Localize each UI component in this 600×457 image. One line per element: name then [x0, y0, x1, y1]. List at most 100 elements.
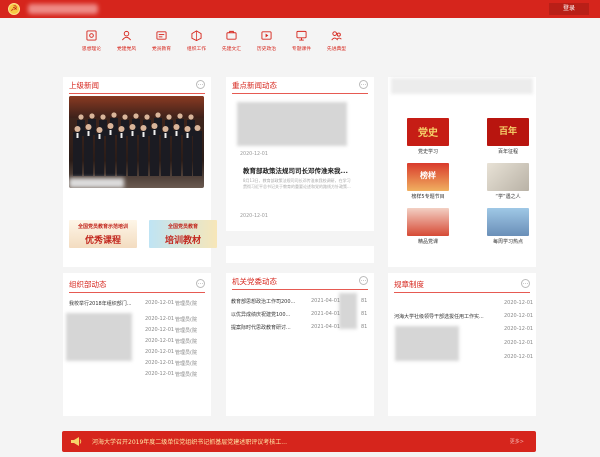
notice-more-link[interactable]: 更多>	[510, 438, 524, 445]
row-date: 2020-12-01	[145, 327, 175, 333]
topic-learning-people[interactable]: “学”遇之人	[487, 163, 529, 200]
nav-item-model[interactable]: 先进典型	[320, 30, 353, 60]
row-date: 2021-04-01	[311, 311, 341, 317]
topic-role-model-program[interactable]: 榜样 榜样5专题节目	[407, 163, 449, 200]
row-date: 2020-12-01	[145, 316, 175, 322]
panel-divider	[69, 292, 205, 293]
party-emblem-icon[interactable]: ☭	[8, 3, 20, 15]
main-nav: 思想理论 党建党风 党员教育 组织工作 先建文汇 历史政治 专题课件 先进典型	[75, 30, 355, 60]
nav-label: 先建文汇	[221, 47, 242, 52]
nav-label: 组织工作	[186, 47, 207, 52]
group-photo-people	[73, 112, 202, 176]
row-date: 2020-12-01	[504, 326, 534, 332]
row-title[interactable]: 教育部思想政治工作司200...	[231, 298, 295, 305]
row-category: 管理员(院	[175, 350, 197, 356]
panel-title: 组织部动态	[69, 280, 107, 289]
upper-news-panel: 上级新闻 … 全国党员教育示范培训 优秀课程 全国党员教育 培训教材	[63, 77, 217, 267]
topic-party-history[interactable]: 党史 党史学习	[407, 118, 449, 155]
culture-icon	[226, 30, 237, 40]
news-date: 2020-12-01	[240, 152, 268, 157]
banner-excellent-courses[interactable]: 全国党员教育示范培训 优秀课程	[69, 220, 137, 248]
banner-line1: 全国党员教育示范培训	[77, 224, 128, 230]
login-button[interactable]: 登录	[549, 3, 589, 15]
panel-divider	[394, 292, 530, 293]
news-photo[interactable]	[69, 96, 204, 188]
nav-item-organization[interactable]: 组织工作	[180, 30, 213, 60]
row-title[interactable]: 我校举行2018年组织部门...	[69, 300, 132, 307]
row-date: 2020-12-01	[145, 360, 175, 366]
panel-title: 重点新闻动态	[232, 81, 277, 90]
row-category: 管理员(院	[175, 301, 197, 307]
topic-quality-lectures[interactable]: 精品党课	[407, 208, 449, 245]
more-icon[interactable]: …	[521, 279, 530, 288]
row-date: 2020-12-01	[145, 349, 175, 355]
panel-divider	[232, 289, 368, 290]
regulations-image-redacted	[395, 326, 459, 361]
photo-caption-redacted	[69, 178, 124, 188]
org-news-image-redacted	[66, 313, 132, 361]
nav-label: 党员教育	[151, 47, 172, 52]
news-headline[interactable]: 教育部政策法规司司长邓传淮来我...	[243, 165, 348, 175]
party-news-panel: 机关党委动态 … 教育部思想政治工作司200... 2021-04-01 81 …	[226, 273, 374, 416]
topic-image: 党史	[407, 118, 449, 146]
row-date: 2020-12-01	[504, 313, 534, 319]
topic-image: 百年	[487, 118, 529, 146]
row-date: 2020-12-01	[145, 300, 175, 306]
nav-label: 历史政治	[256, 47, 277, 52]
topic-label: “学”遇之人	[495, 194, 521, 200]
banner-training-materials[interactable]: 全国党员教育 培训教材	[149, 220, 217, 248]
party-news-image-redacted	[339, 293, 357, 329]
banner-line2: 优秀课程	[84, 236, 121, 246]
row-title[interactable]: 提案际时代思政教育研讨...	[231, 324, 291, 331]
more-icon[interactable]: …	[196, 80, 205, 89]
theory-icon	[86, 30, 97, 41]
nav-item-party-style[interactable]: 党建党风	[110, 30, 143, 60]
more-icon[interactable]: …	[196, 279, 205, 288]
row-category: 81	[361, 311, 368, 317]
more-icon[interactable]: …	[359, 276, 368, 285]
topic-label: 百年征程	[497, 149, 518, 155]
topic-label: 精品党课	[417, 239, 438, 245]
more-icon[interactable]: …	[359, 80, 368, 89]
nav-label: 党建党风	[116, 47, 137, 52]
notice-text[interactable]: 河海大学召开2019年度二级单位党组织书记抓基层党建述职评议考核工...	[92, 437, 287, 446]
nav-label: 专题课件	[291, 47, 312, 52]
row-date: 2021-04-01	[311, 324, 341, 330]
row-date: 2020-12-01	[504, 300, 534, 306]
key-news-spacer	[226, 246, 374, 263]
nav-item-culture[interactable]: 先建文汇	[215, 30, 248, 60]
site-name-redacted	[28, 4, 98, 14]
row-category: 管理员(院	[175, 372, 197, 378]
nav-label: 先进典型	[326, 47, 347, 52]
topic-weekly-hotspots[interactable]: 每周学习热点	[487, 208, 529, 245]
nav-item-courseware[interactable]: 专题课件	[285, 30, 318, 60]
nav-item-theory[interactable]: 思想理论	[75, 30, 108, 60]
row-category: 81	[361, 324, 368, 330]
topic-label: 党史学习	[417, 149, 438, 155]
row-category: 管理员(院	[175, 328, 197, 334]
row-date: 2020-12-01	[145, 371, 175, 377]
panel-divider	[232, 93, 368, 94]
panel-title: 上级新闻	[69, 81, 99, 90]
nav-item-education[interactable]: 党员教育	[145, 30, 178, 60]
row-category: 管理员(院	[175, 339, 197, 345]
topic-image	[487, 163, 529, 191]
nav-item-history[interactable]: 历史政治	[250, 30, 283, 60]
organization-icon	[191, 30, 202, 41]
banner-line2: 培训教材	[164, 236, 201, 246]
notice-bar: 河海大学召开2019年度二级单位党组织书记抓基层党建述职评议考核工... 更多>	[62, 431, 536, 452]
topic-image: 榜样	[407, 163, 449, 191]
education-icon	[156, 31, 167, 40]
top-header: ☭ 登录	[0, 0, 600, 18]
banner-line1: 全国党员教育	[167, 224, 198, 230]
row-category: 管理员(院	[175, 361, 197, 367]
panel-divider	[69, 93, 205, 94]
row-date: 2020-12-01	[504, 354, 534, 360]
key-news-panel: 重点新闻动态 … 2020-12-01 教育部政策法规司司长邓传淮来我... 8…	[226, 77, 374, 231]
row-title[interactable]: 河海大学社级领导干部选拔任用工作实...	[394, 313, 484, 320]
topic-image-text: 榜样	[420, 171, 436, 180]
model-icon	[331, 31, 342, 41]
row-title[interactable]: 以优异成绩庆祝建党100...	[231, 311, 290, 318]
topic-centennial-journey[interactable]: 百年 百年征程	[487, 118, 529, 155]
key-news-image-redacted	[237, 102, 347, 146]
